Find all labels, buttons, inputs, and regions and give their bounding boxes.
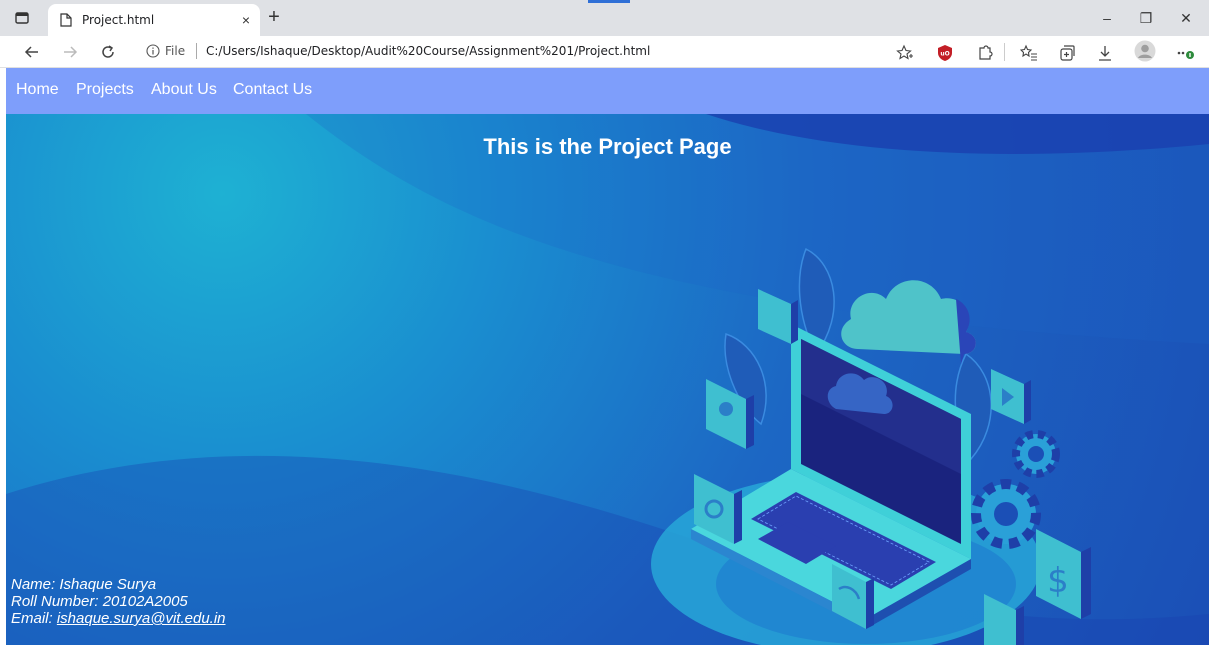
dollar-tile-icon: $ bbox=[1036, 529, 1091, 619]
author-name: Name: Ishaque Surya bbox=[11, 576, 157, 593]
download-icon[interactable] bbox=[1096, 44, 1114, 62]
extensions-icon[interactable] bbox=[976, 44, 994, 62]
toolbar-divider bbox=[1004, 43, 1005, 61]
url-text[interactable]: C:/Users/Ishaque/Desktop/Audit%20Course/… bbox=[206, 44, 650, 58]
nav-home[interactable]: Home bbox=[16, 81, 59, 99]
page-viewport: Home Projects About Us Contact Us $ This… bbox=[6, 68, 1209, 645]
nav-contact-us[interactable]: Contact Us bbox=[233, 81, 312, 99]
gear-icon bbox=[1012, 430, 1060, 478]
play-tile-icon bbox=[991, 369, 1031, 424]
close-icon[interactable]: × bbox=[242, 11, 250, 29]
hero-background: $ This is the Project Page Name: Ishaque… bbox=[6, 114, 1209, 645]
back-icon[interactable] bbox=[20, 40, 44, 64]
profile-icon[interactable] bbox=[1134, 40, 1156, 62]
window-close-button[interactable]: ✕ bbox=[1166, 6, 1206, 30]
page-title: This is the Project Page bbox=[483, 134, 732, 159]
divider bbox=[196, 43, 197, 59]
add-favorite-icon[interactable] bbox=[896, 44, 914, 62]
active-tab[interactable]: Project.html × bbox=[48, 4, 260, 36]
gear-icon bbox=[971, 479, 1041, 549]
file-icon bbox=[60, 13, 72, 32]
site-navbar: Home Projects About Us Contact Us bbox=[6, 68, 1209, 114]
refresh-icon[interactable] bbox=[96, 40, 120, 64]
email-link[interactable]: ishaque.surya@vit.edu.in bbox=[57, 610, 226, 627]
nav-about-us[interactable]: About Us bbox=[151, 81, 217, 99]
svg-text:uO: uO bbox=[940, 51, 949, 58]
roll-number: Roll Number: 20102A2005 bbox=[11, 593, 188, 610]
browser-toolbar: File C:/Users/Ishaque/Desktop/Audit%20Co… bbox=[0, 36, 1209, 68]
plus-icon[interactable]: + bbox=[262, 5, 286, 29]
favorites-icon[interactable] bbox=[1019, 44, 1038, 62]
email-line: Email: ishaque.surya@vit.edu.in bbox=[11, 610, 226, 627]
email-label: Email: bbox=[11, 610, 57, 627]
tab-strip: Project.html × + – ❐ ✕ bbox=[0, 0, 1209, 36]
hero-illustration: $ bbox=[6, 114, 1209, 645]
minimize-button[interactable]: – bbox=[1087, 6, 1127, 30]
more-icon[interactable] bbox=[1176, 44, 1194, 62]
forward-icon[interactable] bbox=[58, 40, 82, 64]
restore-button[interactable]: ❐ bbox=[1126, 6, 1166, 30]
loading-indicator bbox=[588, 0, 630, 3]
ublock-icon[interactable]: uO bbox=[936, 44, 954, 62]
collections-icon[interactable] bbox=[1058, 44, 1076, 62]
tab-actions-icon[interactable] bbox=[14, 10, 30, 26]
info-icon[interactable] bbox=[146, 44, 160, 63]
file-label: File bbox=[165, 44, 186, 58]
author-info: Name: Ishaque Surya Roll Number: 20102A2… bbox=[11, 576, 226, 627]
nav-projects[interactable]: Projects bbox=[76, 81, 134, 99]
address-bar[interactable]: File C:/Users/Ishaque/Desktop/Audit%20Co… bbox=[140, 39, 910, 65]
svg-text:$: $ bbox=[1047, 561, 1069, 601]
tab-title: Project.html bbox=[82, 13, 155, 27]
